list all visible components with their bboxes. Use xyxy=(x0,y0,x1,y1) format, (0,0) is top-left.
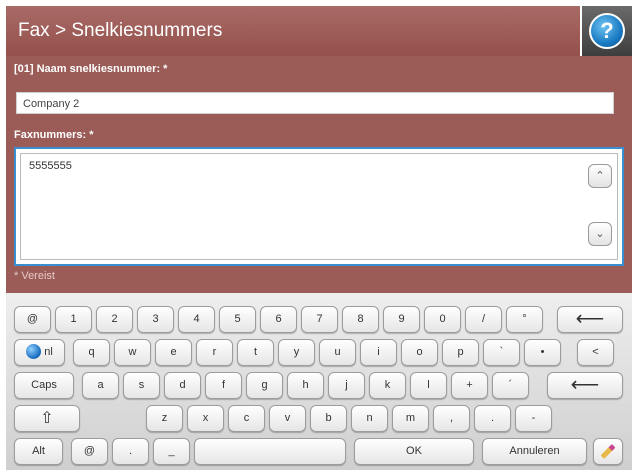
key-m[interactable]: m xyxy=(392,405,429,432)
key-dot[interactable]: . xyxy=(112,438,149,465)
key-slash[interactable]: / xyxy=(465,306,502,333)
key-d[interactable]: d xyxy=(164,372,201,399)
key-p[interactable]: p xyxy=(442,339,479,366)
page-title: Fax > Snelkiesnummers xyxy=(18,20,223,41)
key-1[interactable]: 1 xyxy=(55,306,92,333)
key-x[interactable]: x xyxy=(187,405,224,432)
on-screen-keyboard: @ 1 2 3 4 5 6 7 8 9 0 / ° ⟵ nl q w e r t… xyxy=(6,293,632,470)
key-l[interactable]: l xyxy=(410,372,447,399)
key-9[interactable]: 9 xyxy=(383,306,420,333)
key-6[interactable]: 6 xyxy=(260,306,297,333)
key-period[interactable]: . xyxy=(474,405,511,432)
space-key[interactable] xyxy=(194,438,346,465)
chevron-up-icon: ⌃ xyxy=(595,170,605,182)
key-plus[interactable]: + xyxy=(451,372,488,399)
ok-button[interactable]: OK xyxy=(354,438,474,465)
scroll-up-button[interactable]: ⌃ xyxy=(588,164,612,188)
key-t[interactable]: t xyxy=(237,339,274,366)
key-u[interactable]: u xyxy=(319,339,356,366)
fax-numbers-list[interactable]: 5555555 ⌃ ⌄ xyxy=(20,153,618,260)
form-area: [01] Naam snelkiesnummer: * Company 2 Fa… xyxy=(6,56,632,293)
key-7[interactable]: 7 xyxy=(301,306,338,333)
fax-numbers-box: 5555555 ⌃ ⌄ xyxy=(14,147,624,266)
key-f[interactable]: f xyxy=(205,372,242,399)
fax-speed-dial-screen: Fax > Snelkiesnummers ? [01] Naam snelki… xyxy=(6,6,632,470)
key-a[interactable]: a xyxy=(82,372,119,399)
help-button[interactable]: ? xyxy=(589,13,625,49)
globe-icon xyxy=(26,344,42,359)
key-c[interactable]: c xyxy=(228,405,265,432)
key-comma[interactable]: , xyxy=(433,405,470,432)
key-hyphen[interactable]: - xyxy=(515,405,552,432)
key-degree[interactable]: ° xyxy=(506,306,543,333)
key-at[interactable]: @ xyxy=(14,306,51,333)
enter-key[interactable]: ⟵ xyxy=(547,372,623,399)
key-w[interactable]: w xyxy=(114,339,151,366)
backspace-icon: ⟵ xyxy=(575,308,605,330)
scroll-down-button[interactable]: ⌄ xyxy=(588,222,612,246)
key-y[interactable]: y xyxy=(278,339,315,366)
backspace-key[interactable]: ⟵ xyxy=(557,306,623,333)
help-area: ? xyxy=(582,6,632,56)
key-q[interactable]: q xyxy=(73,339,110,366)
key-2[interactable]: 2 xyxy=(96,306,133,333)
key-z[interactable]: z xyxy=(146,405,183,432)
shift-icon: ⇧ xyxy=(40,410,54,427)
cancel-button[interactable]: Annuleren xyxy=(482,438,587,465)
key-0[interactable]: 0 xyxy=(424,306,461,333)
language-key[interactable]: nl xyxy=(14,339,65,366)
chevron-down-icon: ⌄ xyxy=(595,228,605,240)
key-n[interactable]: n xyxy=(351,405,388,432)
enter-icon: ⟵ xyxy=(570,374,600,396)
key-o[interactable]: o xyxy=(401,339,438,366)
speed-dial-name-label: [01] Naam snelkiesnummer: * xyxy=(14,63,168,75)
key-h[interactable]: h xyxy=(287,372,324,399)
required-note: * Vereist xyxy=(14,270,55,282)
key-g[interactable]: g xyxy=(246,372,283,399)
key-4[interactable]: 4 xyxy=(178,306,215,333)
key-3[interactable]: 3 xyxy=(137,306,174,333)
key-acute[interactable]: ´ xyxy=(492,372,529,399)
key-v[interactable]: v xyxy=(269,405,306,432)
edit-button[interactable] xyxy=(593,438,623,465)
key-underscore[interactable]: _ xyxy=(153,438,190,465)
key-i[interactable]: i xyxy=(360,339,397,366)
key-k[interactable]: k xyxy=(369,372,406,399)
caps-lock-key[interactable]: Caps xyxy=(14,372,74,399)
pencil-icon xyxy=(600,444,616,459)
fax-number-entry[interactable]: 5555555 xyxy=(29,160,72,172)
key-e[interactable]: e xyxy=(155,339,192,366)
shift-key[interactable]: ⇧ xyxy=(14,405,80,432)
key-8[interactable]: 8 xyxy=(342,306,379,333)
key-j[interactable]: j xyxy=(328,372,365,399)
speed-dial-name-field[interactable]: Company 2 xyxy=(16,92,614,114)
key-at-bottom[interactable]: @ xyxy=(71,438,108,465)
language-label: nl xyxy=(44,346,53,358)
alt-key[interactable]: Alt xyxy=(14,438,63,465)
key-less-than[interactable]: < xyxy=(577,339,614,366)
fax-numbers-label: Faxnummers: * xyxy=(14,129,94,141)
key-b[interactable]: b xyxy=(310,405,347,432)
key-5[interactable]: 5 xyxy=(219,306,256,333)
key-backtick[interactable]: ` xyxy=(483,339,520,366)
key-r[interactable]: r xyxy=(196,339,233,366)
key-s[interactable]: s xyxy=(123,372,160,399)
key-bullet[interactable]: • xyxy=(524,339,561,366)
title-bar: Fax > Snelkiesnummers xyxy=(6,6,580,56)
